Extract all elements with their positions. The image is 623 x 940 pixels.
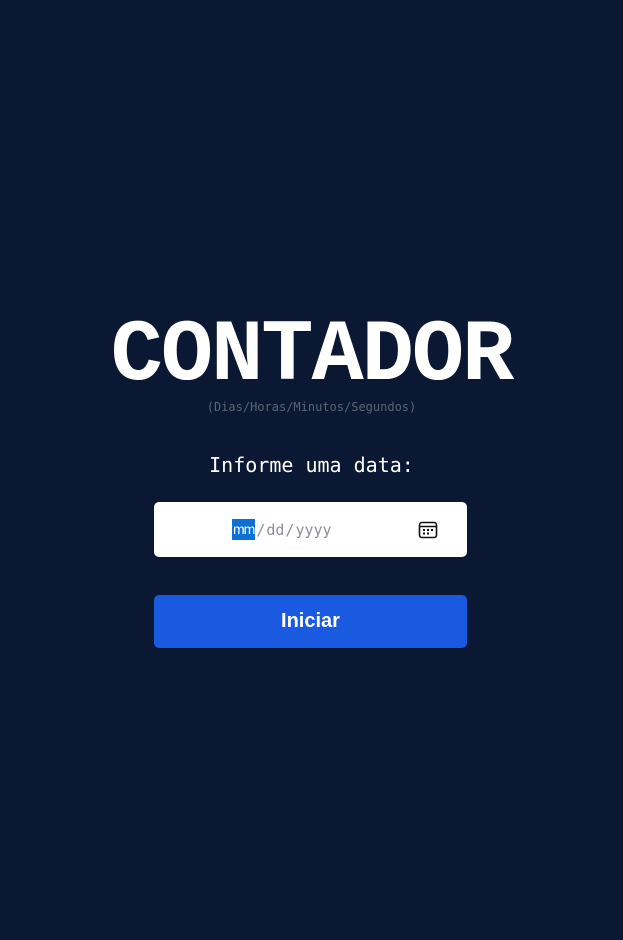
date-prompt-label: Informe uma data: xyxy=(209,453,414,477)
month-segment[interactable]: mm xyxy=(232,519,255,540)
calendar-icon[interactable] xyxy=(418,520,438,540)
day-segment[interactable]: dd xyxy=(266,521,284,539)
date-input-segments[interactable]: mm / dd / yyyy xyxy=(232,519,332,540)
page-title: CONTADOR xyxy=(110,308,515,406)
page-subtitle: (Dias/Horas/Minutos/Segundos) xyxy=(206,400,417,414)
date-separator: / xyxy=(256,520,266,539)
date-separator: / xyxy=(285,520,295,539)
year-segment[interactable]: yyyy xyxy=(295,521,331,539)
start-button[interactable]: Iniciar xyxy=(154,595,467,648)
